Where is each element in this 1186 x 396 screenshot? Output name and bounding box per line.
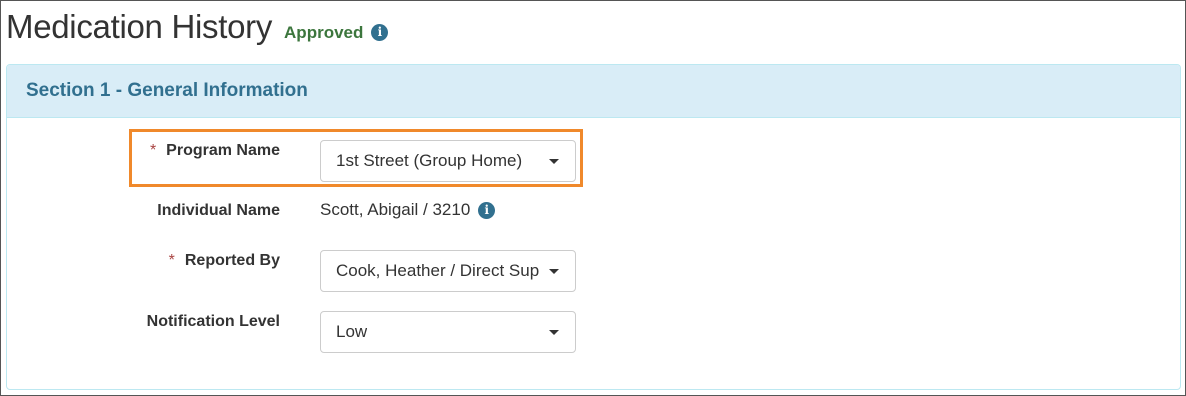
notification-level-value: Low [336, 322, 368, 341]
page-title: Medication History [6, 8, 273, 45]
info-circle-icon[interactable]: i [371, 24, 389, 41]
individual-name-label: Individual Name [157, 202, 280, 219]
section-title: Section 1 - General Information [26, 80, 308, 101]
required-marker: * [168, 252, 175, 269]
page-header: Medication History Approved i [6, 8, 389, 46]
individual-name-value: Scott, Abigail / 3210 [320, 200, 471, 219]
info-circle-icon[interactable]: i [478, 201, 496, 219]
individual-name-value-wrap: Scott, Abigail / 3210 i [320, 200, 496, 220]
program-name-highlight [129, 129, 583, 187]
notification-level-select[interactable]: Low [320, 311, 576, 353]
section-panel: Section 1 - General Information * Program… [6, 64, 1181, 390]
reported-by-value: Cook, Heather / Direct Sup [336, 261, 540, 280]
reported-by-label: * Reported By [169, 252, 280, 270]
caret-down-icon [549, 330, 559, 335]
caret-down-icon [549, 269, 559, 274]
notification-level-label: Notification Level [146, 313, 280, 330]
status-badge: Approved [284, 23, 364, 42]
reported-by-label-text: Reported By [184, 252, 280, 269]
section-heading: Section 1 - General Information [7, 65, 1180, 118]
reported-by-select[interactable]: Cook, Heather / Direct Sup [320, 250, 576, 292]
